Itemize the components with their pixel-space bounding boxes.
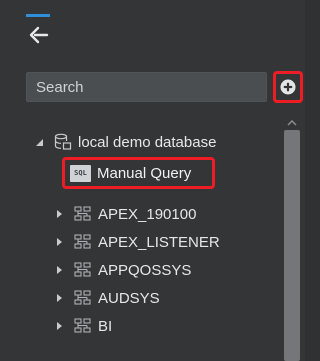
scrollbar[interactable] xyxy=(281,116,303,361)
caret-collapsed-icon[interactable] xyxy=(52,319,66,333)
tree-item-schema[interactable]: BI xyxy=(52,312,112,340)
schema-icon xyxy=(74,206,92,222)
tree-item-schema[interactable]: APEX_190100 xyxy=(52,200,196,228)
caret-collapsed-icon[interactable] xyxy=(52,207,66,221)
collapse-sidebar-icon[interactable] xyxy=(26,26,50,44)
database-icon xyxy=(54,133,72,151)
caret-collapsed-icon[interactable] xyxy=(52,291,66,305)
schema-icon xyxy=(74,318,92,334)
search-input[interactable] xyxy=(36,78,257,96)
tree-item-label: APEX_190100 xyxy=(98,205,197,223)
chevron-up-icon xyxy=(287,119,297,126)
sql-file-icon: SQL xyxy=(70,164,91,182)
add-button[interactable] xyxy=(273,71,303,103)
panel-header xyxy=(0,0,305,58)
tree-item-label: AUDSYS xyxy=(98,289,160,307)
schema-icon xyxy=(74,290,92,306)
caret-expanded-icon[interactable] xyxy=(32,135,46,149)
tree-item-label: BI xyxy=(98,317,113,335)
search-field[interactable] xyxy=(26,72,267,102)
tree-item-label: APEX_LISTENER xyxy=(98,233,220,251)
plus-circle-icon xyxy=(280,79,296,95)
scrollbar-thumb[interactable] xyxy=(284,130,300,361)
caret-collapsed-icon[interactable] xyxy=(52,263,66,277)
scroll-up-button[interactable] xyxy=(281,116,303,129)
tree-item-label: local demo database xyxy=(78,133,217,151)
tree-item-schema[interactable]: AUDSYS xyxy=(52,284,160,312)
tree-item-label: APPQOSSYS xyxy=(98,261,192,279)
tree-item-label: Manual Query xyxy=(97,164,192,182)
manual-query-item[interactable]: SQL Manual Query xyxy=(62,157,215,189)
tree-item-schema[interactable]: APPQOSSYS xyxy=(52,256,191,284)
accent-line xyxy=(26,14,50,17)
tree-item-schema[interactable]: APEX_LISTENER xyxy=(52,228,220,256)
caret-collapsed-icon[interactable] xyxy=(52,235,66,249)
schema-icon xyxy=(74,262,92,278)
schema-icon xyxy=(74,234,92,250)
query-panel: local demo database SQL Manual Query APE… xyxy=(0,0,305,361)
tree-item-root-database[interactable]: local demo database xyxy=(32,128,216,156)
